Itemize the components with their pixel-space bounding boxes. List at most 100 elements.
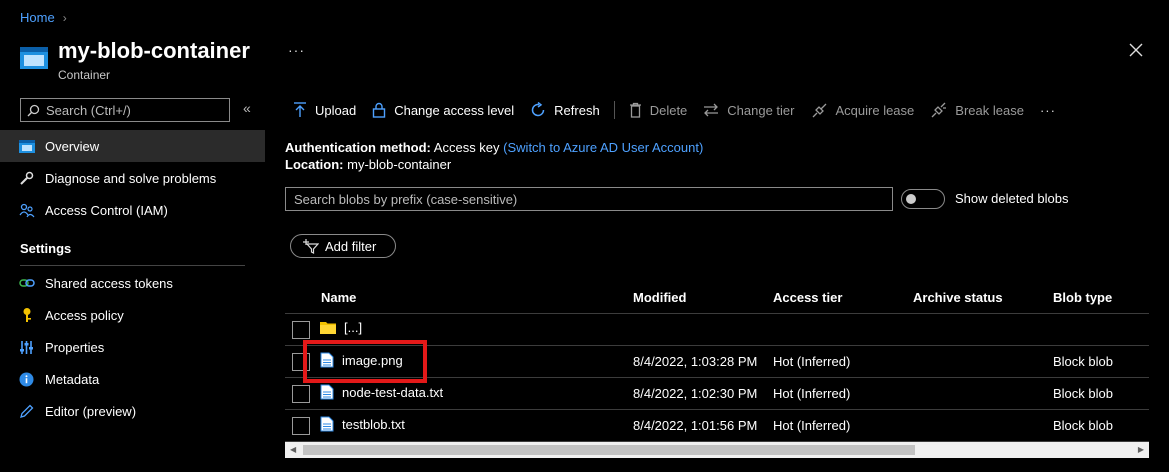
pencil-icon xyxy=(18,403,35,420)
name-cell: testblob.txt xyxy=(320,416,405,432)
header-more-button[interactable]: ··· xyxy=(288,42,305,58)
chevron-right-icon: › xyxy=(62,10,67,25)
sidebar-item-iam[interactable]: Access Control (IAM) xyxy=(0,194,265,226)
page-title: my-blob-container xyxy=(58,38,250,63)
highlight-box xyxy=(303,340,427,383)
break-lease-button[interactable]: Break lease xyxy=(922,96,1032,124)
show-deleted-label: Show deleted blobs xyxy=(955,191,1069,206)
sidebar-item-label: Diagnose and solve problems xyxy=(45,170,217,186)
collapse-sidebar-button[interactable]: « xyxy=(243,100,251,116)
horizontal-scrollbar[interactable]: ◀ ▶ xyxy=(285,442,1149,458)
sidebar-item-label: Properties xyxy=(45,339,105,355)
close-button[interactable] xyxy=(1128,42,1144,58)
file-icon xyxy=(320,384,334,400)
sidebar-item-label: Editor (preview) xyxy=(45,403,137,419)
divider xyxy=(20,265,245,266)
access-tier-cell: Hot (Inferred) xyxy=(773,354,851,369)
modified-cell: 8/4/2022, 1:03:28 PM xyxy=(633,354,758,369)
page-subtitle: Container xyxy=(58,68,111,82)
sliders-icon xyxy=(18,339,35,356)
sidebar-item-diagnose[interactable]: Diagnose and solve problems xyxy=(0,162,265,194)
row-checkbox[interactable] xyxy=(292,321,310,339)
location-line: Location: my-blob-container xyxy=(285,157,452,172)
breadcrumb: Home › xyxy=(20,10,67,25)
info-icon xyxy=(18,371,35,388)
add-filter-button[interactable]: Add filter xyxy=(290,234,396,258)
lease-icon xyxy=(812,103,826,118)
sidebar-item-editor[interactable]: Editor (preview) xyxy=(0,395,265,427)
blob-search-input[interactable] xyxy=(294,191,884,207)
name-cell: [...] xyxy=(320,320,362,335)
blob-type-cell: Block blob xyxy=(1053,386,1113,401)
switch-auth-link[interactable]: (Switch to Azure AD User Account) xyxy=(503,140,703,155)
blob-type-cell: Block blob xyxy=(1053,418,1113,433)
scroll-left-icon[interactable]: ◀ xyxy=(290,445,296,454)
sidebar-item-label: Shared access tokens xyxy=(45,275,173,291)
delete-button[interactable]: Delete xyxy=(621,96,696,124)
modified-cell: 8/4/2022, 1:01:56 PM xyxy=(633,418,758,433)
column-header-archive-status[interactable]: Archive status xyxy=(913,290,1003,305)
blob-type-cell: Block blob xyxy=(1053,354,1113,369)
key-icon xyxy=(18,307,35,324)
breadcrumb-home-link[interactable]: Home xyxy=(20,10,55,25)
location-value: my-blob-container xyxy=(347,157,452,172)
toolbar: Upload Change access level Refresh Delet… xyxy=(285,96,1064,124)
table-row[interactable]: testblob.txt 8/4/2022, 1:01:56 PM Hot (I… xyxy=(285,410,1149,442)
column-header-access-tier[interactable]: Access tier xyxy=(773,290,842,305)
refresh-button[interactable]: Refresh xyxy=(522,96,608,124)
filter-icon xyxy=(303,239,319,254)
swap-icon xyxy=(704,103,719,117)
auth-method-value: Access key xyxy=(433,140,500,155)
sidebar-item-label: Access Control (IAM) xyxy=(45,202,168,218)
file-icon xyxy=(320,416,334,432)
toolbar-separator xyxy=(613,101,615,119)
access-tier-cell: Hot (Inferred) xyxy=(773,386,851,401)
upload-icon xyxy=(294,102,306,117)
refresh-icon xyxy=(531,102,545,117)
name-cell: node-test-data.txt xyxy=(320,384,443,400)
show-deleted-toggle[interactable] xyxy=(901,189,945,209)
sidebar-search-input[interactable] xyxy=(46,102,216,118)
sidebar-search[interactable] xyxy=(20,98,230,122)
column-header-modified[interactable]: Modified xyxy=(633,290,686,305)
column-header-blob-type[interactable]: Blob type xyxy=(1053,290,1112,305)
acquire-lease-button[interactable]: Acquire lease xyxy=(803,96,923,124)
link-icon xyxy=(18,275,35,292)
toolbar-more-button[interactable]: ··· xyxy=(1032,103,1064,118)
sidebar-item-properties[interactable]: Properties xyxy=(0,331,265,363)
change-tier-button[interactable]: Change tier xyxy=(695,96,802,124)
lock-icon xyxy=(373,102,386,118)
users-icon xyxy=(18,202,35,219)
sidebar-item-metadata[interactable]: Metadata xyxy=(0,363,265,395)
row-checkbox[interactable] xyxy=(292,385,310,403)
scrollbar-thumb[interactable] xyxy=(303,445,915,455)
settings-heading: Settings xyxy=(20,241,72,256)
blob-name-link[interactable]: node-test-data.txt xyxy=(342,385,443,400)
upload-button[interactable]: Upload xyxy=(285,96,364,124)
folder-icon xyxy=(320,322,336,334)
column-header-name[interactable]: Name xyxy=(321,290,356,305)
sidebar-item-label: Overview xyxy=(45,138,100,154)
container-icon xyxy=(18,138,35,155)
folder-up-link[interactable]: [...] xyxy=(344,320,362,335)
row-checkbox[interactable] xyxy=(292,417,310,435)
modified-cell: 8/4/2022, 1:02:30 PM xyxy=(633,386,758,401)
close-icon xyxy=(1129,43,1143,57)
container-icon xyxy=(20,47,48,69)
blob-search[interactable] xyxy=(285,187,893,211)
toggle-knob xyxy=(906,194,916,204)
access-tier-cell: Hot (Inferred) xyxy=(773,418,851,433)
change-access-level-button[interactable]: Change access level xyxy=(364,96,522,124)
search-icon xyxy=(27,104,40,116)
scroll-right-icon[interactable]: ▶ xyxy=(1138,445,1144,454)
sidebar-item-shared-access-tokens[interactable]: Shared access tokens xyxy=(0,267,265,299)
sidebar-item-access-policy[interactable]: Access policy xyxy=(0,299,265,331)
break-lease-icon xyxy=(931,102,947,118)
sidebar-item-label: Access policy xyxy=(45,307,124,323)
wrench-icon xyxy=(18,170,35,187)
sidebar-item-overview[interactable]: Overview xyxy=(0,130,265,162)
blob-name-link[interactable]: testblob.txt xyxy=(342,417,405,432)
sidebar-item-label: Metadata xyxy=(45,371,100,387)
trash-icon xyxy=(629,102,641,118)
auth-method-line: Authentication method: Access key (Switc… xyxy=(285,140,704,155)
